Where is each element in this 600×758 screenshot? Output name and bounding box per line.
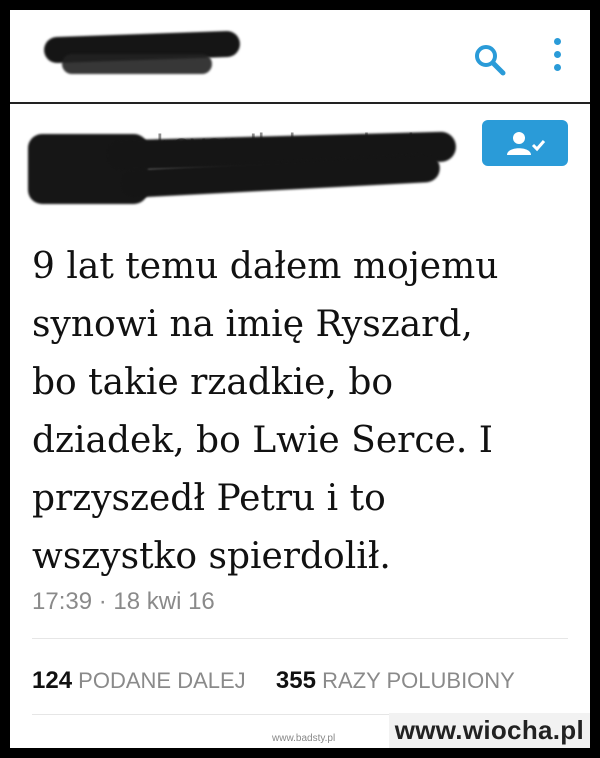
small-watermark: www.badsty.pl [272, 733, 336, 744]
site-watermark: www.wiocha.pl [388, 713, 590, 748]
stats-divider [32, 638, 568, 639]
retweets-label[interactable]: PODANE DALEJ [78, 668, 246, 693]
follow-button[interactable] [482, 120, 568, 166]
tweet-timestamp: 17:39 · 18 kwi 16 [32, 588, 215, 615]
header-divider [10, 102, 590, 104]
tweet-author[interactable]: Łeyan Ikslowarbod @.... [28, 116, 488, 216]
redacted-header-subtitle [62, 54, 212, 74]
following-user-icon [507, 132, 546, 155]
likes-label[interactable]: RAZY POLUBIONY [322, 668, 515, 693]
likes-count[interactable]: 355 [276, 667, 316, 694]
retweets-count[interactable]: 124 [32, 667, 72, 694]
screenshot-frame: Łeyan Ikslowarbod @.... 9 lat temu dałem… [10, 10, 590, 748]
search-icon[interactable] [472, 42, 508, 78]
tweet-stats: 124 PODANE DALEJ 355 RAZY POLUBIONY [32, 667, 515, 695]
app-header [10, 10, 590, 102]
tweet-text: 9 lat temu dałem mojemu synowi na imię R… [32, 246, 499, 577]
more-vertical-icon[interactable] [550, 38, 564, 80]
